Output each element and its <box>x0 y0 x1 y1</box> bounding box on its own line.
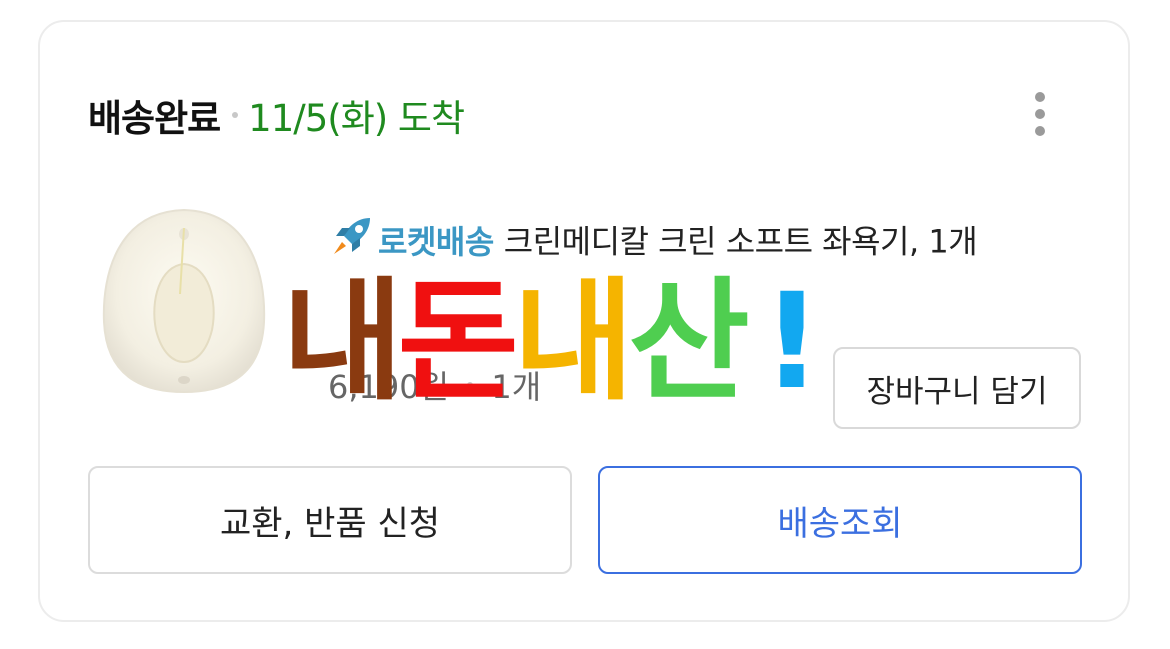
add-to-cart-button[interactable]: 장바구니 담기 <box>833 347 1081 429</box>
product-title: 크린메디칼 크린 소프트 좌욕기, 1개 <box>503 222 978 261</box>
price-quantity: 6,190원 1개 <box>328 362 541 408</box>
more-options-icon[interactable] <box>1018 84 1062 144</box>
separator-dot <box>467 382 474 388</box>
product-quantity: 1개 <box>491 368 542 406</box>
arrival-date: 11/5(화) 도착 <box>248 97 465 140</box>
more-dot <box>1035 109 1045 119</box>
status-title: 배송완료 <box>88 97 221 140</box>
product-title-line[interactable]: 로켓배송 크린메디칼 크린 소프트 좌욕기, 1개 <box>330 214 1070 273</box>
more-dot <box>1035 126 1045 136</box>
rocket-delivery-label: 로켓배송 <box>378 222 494 261</box>
product-image[interactable] <box>100 204 268 396</box>
track-delivery-button[interactable]: 배송조회 <box>598 466 1082 574</box>
more-dot <box>1035 92 1045 102</box>
sitz-bath-icon <box>102 208 266 394</box>
separator-dot <box>232 112 239 118</box>
rocket-icon <box>330 214 374 273</box>
exchange-return-button[interactable]: 교환, 반품 신청 <box>88 466 572 574</box>
delivery-status: 배송완료 11/5(화) 도착 <box>88 88 465 142</box>
product-price: 6,190원 <box>328 368 450 406</box>
